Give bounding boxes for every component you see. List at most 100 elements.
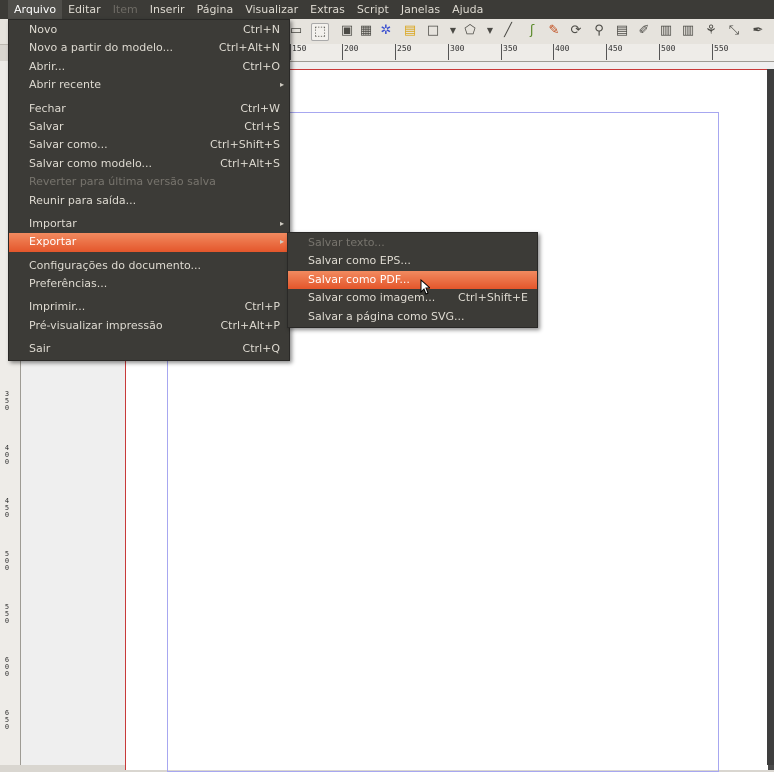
image-frame-icon[interactable]: ▦ [358,23,374,39]
ruler-label: 600 [4,656,10,678]
eyedropper-icon[interactable]: ✒ [750,23,766,39]
file-menu: Novo Ctrl+N Novo a partir do modelo... Ctr… [8,19,290,361]
link-frames-icon[interactable]: ▥ [658,23,674,39]
shortcut-label: Ctrl+Alt+S [220,156,280,170]
menu-inserir[interactable]: Inserir [144,0,191,19]
menu-script[interactable]: Script [351,0,395,19]
ruler-label: 450 [4,497,10,519]
line-icon[interactable]: ╱ [500,23,516,39]
render-frame-icon[interactable]: ✲ [378,23,394,39]
submenu-arrow-icon: ▸ [279,80,284,90]
menu-item-label: Novo [29,23,58,36]
shortcut-label: Ctrl+Shift+S [210,138,280,152]
menu-item-label: Salvar a página como SVG... [308,309,465,323]
menu-item-label: Sair [29,342,51,356]
menu-item-pre-visualizar[interactable]: Pré-visualizar impressão Ctrl+Alt+P [9,317,289,335]
freehand-icon[interactable]: ✎ [546,23,562,39]
ruler-label: 450 [606,44,622,60]
ruler-label: 550 [4,603,10,625]
zoom-icon[interactable]: ⚲ [591,23,607,39]
shortcut-label: Ctrl+N [242,23,280,36]
menu-item-label: Preferências... [29,277,108,291]
select-tool-icon[interactable]: ⬚ [311,23,329,41]
menu-item-sair[interactable]: Sair Ctrl+Q [9,340,289,358]
mouse-cursor-icon [420,279,430,295]
polygon-dropdown-icon[interactable]: ▼ [482,23,498,39]
menubar: Arquivo Editar Item Inserir Página Visua… [0,0,774,19]
ruler-label: 400 [4,444,10,466]
text-frame-icon[interactable]: ▣ [339,23,355,39]
ruler-label: 500 [659,44,675,60]
rotate-icon[interactable]: ⟳ [568,23,584,39]
edit-contents-icon[interactable]: ▤ [614,23,630,39]
menu-ajuda[interactable]: Ajuda [446,0,489,19]
menu-item-label: Exportar [29,235,77,249]
menu-item-label: Imprimir... [29,300,86,314]
copy-properties-icon[interactable]: ⤡ [726,23,742,39]
menu-item-importar[interactable]: Importar ▸ [9,215,289,233]
export-submenu: Salvar texto... Salvar como EPS... Salva… [287,232,538,328]
menu-visualizar[interactable]: Visualizar [239,0,304,19]
menu-item-label: Salvar como... [29,138,108,152]
menu-item-salvar-imagem[interactable]: Salvar como imagem... Ctrl+Shift+E [288,289,537,307]
menu-editar[interactable]: Editar [62,0,107,19]
menu-item-label: Novo a partir do modelo... [29,41,174,55]
unlink-frames-icon[interactable]: ▥ [680,23,696,39]
polygon-icon[interactable]: ⬠ [462,23,478,39]
edit-text-icon[interactable]: ✐ [636,23,652,39]
menu-item-salvar-texto: Salvar texto... [288,234,537,252]
menu-extras[interactable]: Extras [304,0,351,19]
menu-item-salvar[interactable]: Salvar Ctrl+S [9,118,289,136]
menu-janelas[interactable]: Janelas [395,0,446,19]
menu-item-label: Salvar como PDF... [308,272,410,286]
shortcut-label: Ctrl+O [242,59,280,73]
menu-item-salvar-modelo[interactable]: Salvar como modelo... Ctrl+Alt+S [9,155,289,173]
shortcut-label: Ctrl+Alt+P [220,318,280,332]
menu-item-label: Importar [29,216,77,230]
ruler-label: 650 [4,709,10,731]
menu-item-exportar[interactable]: Exportar ▸ [9,233,289,252]
menu-item-fechar[interactable]: Fechar Ctrl+W [9,100,289,118]
menu-item[interactable]: Item [107,0,144,19]
menu-item-novo[interactable]: Novo Ctrl+N [9,21,289,39]
frame-icon[interactable]: ▭ [288,23,304,39]
ruler-label: 350 [501,44,517,60]
menu-item-imprimir[interactable]: Imprimir... Ctrl+P [9,298,289,316]
shape-icon[interactable]: □ [425,23,441,39]
menu-item-label: Abrir... [29,59,66,73]
menu-item-abrir-recente[interactable]: Abrir recente ▸ [9,76,289,94]
menu-item-abrir[interactable]: Abrir... Ctrl+O [9,58,289,76]
menu-item-salvar-pdf[interactable]: Salvar como PDF... [288,270,537,290]
menu-item-label: Fechar [29,101,66,115]
menu-item-label: Salvar como modelo... [29,156,153,170]
menu-item-label: Salvar como EPS... [308,254,411,268]
shortcut-label: Ctrl+S [244,119,280,133]
table-icon[interactable]: ▤ [402,23,418,39]
right-scrollbar[interactable] [767,69,774,765]
menu-item-reverter: Reverter para última versão salva [9,173,289,191]
menu-item-novo-modelo[interactable]: Novo a partir do modelo... Ctrl+Alt+N [9,39,289,57]
ruler-label: 400 [553,44,569,60]
menu-pagina[interactable]: Página [191,0,240,19]
bezier-icon[interactable]: ʃ [524,23,540,39]
ruler-label: 150 [290,44,306,60]
menu-item-label: Reverter para última versão salva [29,175,216,189]
menu-item-salvar-eps[interactable]: Salvar como EPS... [288,252,537,270]
shape-dropdown-icon[interactable]: ▼ [445,23,461,39]
menu-item-salvar-svg[interactable]: Salvar a página como SVG... [288,308,537,326]
shortcut-label: Ctrl+Alt+N [218,41,280,55]
menu-item-salvar-como[interactable]: Salvar como... Ctrl+Shift+S [9,136,289,154]
ruler-label: 550 [712,44,728,60]
menu-item-configuracoes[interactable]: Configurações do documento... [9,257,289,275]
shortcut-label: Ctrl+Q [242,342,280,356]
menu-arquivo[interactable]: Arquivo [8,0,63,19]
menu-item-preferencias[interactable]: Preferências... [9,275,289,293]
menu-item-label: Salvar como imagem... [308,291,436,305]
menu-item-label: Pré-visualizar impressão [29,318,163,332]
shortcut-label: Ctrl+W [240,101,280,115]
measure-icon[interactable]: ⚘ [703,23,719,39]
ruler-label: 350 [4,390,10,412]
menu-item-reunir[interactable]: Reunir para saída... [9,192,289,210]
menu-item-label: Salvar [29,119,64,133]
menu-item-label: Abrir recente [29,78,102,92]
